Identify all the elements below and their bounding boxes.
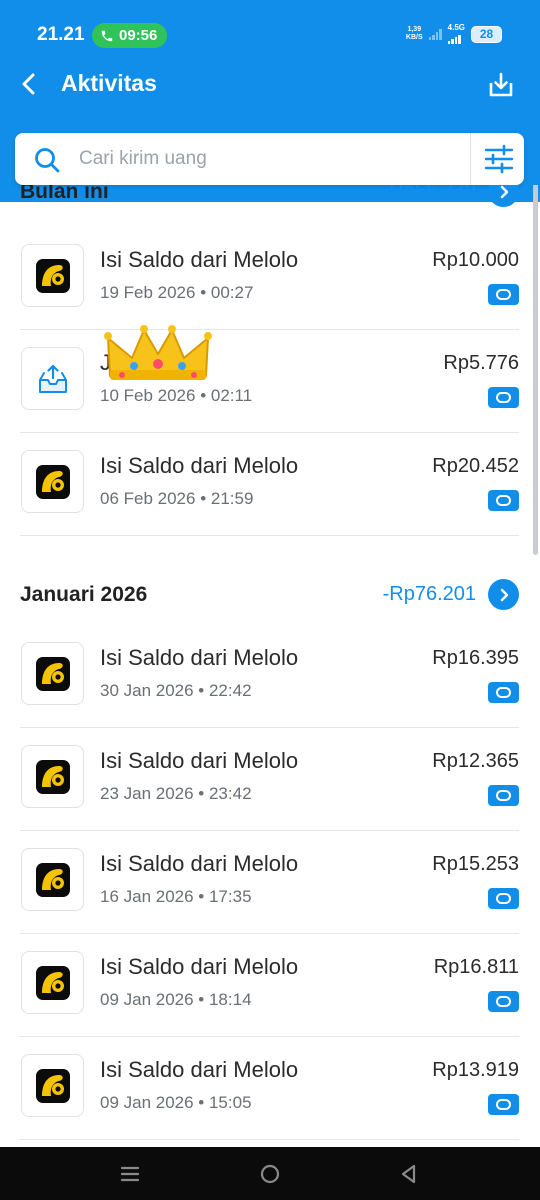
melolo-logo-icon (35, 656, 70, 691)
section-total: -Rp76.201 (382, 583, 476, 605)
crown-sticker-icon (104, 325, 212, 380)
transaction-title: Isi Saldo dari Melolo (100, 453, 299, 478)
filter-button[interactable] (480, 143, 518, 175)
melolo-logo-icon (35, 965, 70, 1000)
merchant-logo (21, 642, 84, 705)
back-triangle-icon (401, 1164, 416, 1184)
section-total: -Rp56.779 (382, 185, 476, 202)
transaction-row[interactable]: Isi Saldo dari Melolo 19 Feb 2026 • 00:2… (0, 227, 540, 330)
merchant-logo (21, 1054, 84, 1117)
scrollbar[interactable] (533, 185, 538, 555)
merchant-logo (21, 951, 84, 1014)
search-bar (15, 133, 524, 185)
signal-icon-sim2: 4.5G (447, 24, 465, 44)
row-divider (20, 1139, 519, 1140)
transaction-date: 30 Jan 2026 • 22:42 (100, 681, 252, 700)
wallet-badge-icon (488, 387, 519, 408)
title-bar: Aktivitas (0, 60, 540, 110)
battery-icon: 28 (471, 25, 502, 43)
section-title: Bulan ini (20, 185, 109, 203)
merchant-logo (21, 450, 84, 513)
search-icon (35, 148, 60, 173)
wallet-badge-icon (488, 490, 519, 511)
melolo-logo-icon (35, 862, 70, 897)
transaction-date: 09 Jan 2026 • 18:14 (100, 990, 252, 1009)
transaction-title: Isi Saldo dari Melolo (100, 645, 299, 670)
chevron-right-icon (500, 185, 508, 198)
activity-list[interactable]: Bulan ini -Rp56.779 Isi Saldo dari Melol… (0, 185, 540, 1147)
status-bar: 21.21 09:56 1,39 KB/S 4.5G 28 (0, 0, 540, 48)
transaction-date: 16 Jan 2026 • 17:35 (100, 887, 252, 906)
filter-sliders-icon (484, 144, 514, 174)
transaction-row[interactable]: Isi Saldo dari Melolo 16 Jan 2026 • 17:3… (0, 831, 540, 934)
network-speed: 1,39 KB/S (405, 26, 423, 41)
transaction-title: Isi Saldo dari Melolo (100, 748, 299, 773)
search-input[interactable] (79, 143, 459, 175)
ongoing-call-pill[interactable]: 09:56 (92, 23, 168, 48)
wallet-badge-icon (488, 284, 519, 305)
transaction-row[interactable]: Isi Saldo dari Melolo 23 Jan 2026 • 23:4… (0, 728, 540, 831)
section-title: Januari 2026 (20, 583, 148, 606)
phone-icon (101, 30, 113, 41)
transaction-title: Isi Saldo dari Melolo (100, 954, 299, 979)
wallet-badge-icon (488, 1094, 519, 1115)
transaction-date: 09 Jan 2026 • 15:05 (100, 1093, 252, 1112)
section-detail-button[interactable] (488, 185, 519, 207)
merchant-logo (21, 745, 84, 808)
transaction-row[interactable]: Isi Saldo dari Melolo 06 Feb 2026 • 21:5… (0, 433, 540, 536)
transaction-title: Isi Saldo dari Melolo (100, 247, 299, 272)
row-divider (20, 535, 519, 536)
section-header-january-2026[interactable]: Januari 2026 -Rp76.201 (0, 571, 540, 621)
call-duration: 09:56 (119, 27, 158, 44)
transaction-title: Isi Saldo dari Melolo (100, 1057, 299, 1082)
melolo-logo-icon (35, 464, 70, 499)
transaction-date: 06 Feb 2026 • 21:59 (100, 489, 254, 508)
back-nav-button[interactable] (396, 1161, 422, 1187)
search-divider (470, 133, 471, 185)
transaction-amount: Rp16.395 (432, 647, 519, 669)
download-button[interactable] (484, 68, 518, 102)
transaction-row[interactable]: Isi Saldo dari Melolo 09 Jan 2026 • 15:0… (0, 1037, 540, 1140)
transaction-row[interactable]: Isi Saldo dari Melolo 09 Jan 2026 • 18:1… (0, 934, 540, 1037)
wallet-badge-icon (488, 888, 519, 909)
wallet-badge-icon (488, 991, 519, 1012)
system-nav-bar (0, 1147, 540, 1200)
chevron-right-icon (500, 588, 508, 601)
status-icons: 1,39 KB/S 4.5G 28 (406, 24, 502, 44)
merchant-logo (21, 244, 84, 307)
transaction-amount: Rp5.776 (443, 352, 519, 374)
transaction-date: 23 Jan 2026 • 23:42 (100, 784, 252, 803)
transaction-amount: Rp15.253 (432, 853, 519, 875)
outbox-upload-icon (38, 364, 67, 393)
transaction-amount: Rp10.000 (432, 249, 519, 271)
signal-icon-sim1 (428, 28, 442, 40)
wallet-badge-icon (488, 785, 519, 806)
transaction-date: 10 Feb 2026 • 02:11 (100, 386, 253, 405)
transaction-title: Isi Saldo dari Melolo (100, 851, 299, 876)
menu-lines-icon (120, 1166, 140, 1182)
melolo-logo-icon (35, 258, 70, 293)
transaction-amount: Rp12.365 (432, 750, 519, 772)
wallet-badge-icon (488, 682, 519, 703)
transaction-date: 19 Feb 2026 • 00:27 (100, 283, 254, 302)
status-time: 21.21 (37, 24, 85, 45)
merchant-logo (21, 848, 84, 911)
melolo-logo-icon (35, 1068, 70, 1103)
back-button[interactable] (14, 68, 46, 100)
recents-button[interactable] (117, 1161, 143, 1187)
section-header-this-month[interactable]: Bulan ini -Rp56.779 (0, 185, 540, 218)
home-circle-icon (260, 1164, 280, 1184)
section-detail-button[interactable] (488, 579, 519, 610)
transaction-amount: Rp16.811 (433, 956, 519, 978)
chevron-left-icon (22, 73, 35, 95)
download-icon (489, 72, 513, 97)
merchant-logo (21, 347, 84, 410)
page-title: Aktivitas (61, 70, 157, 96)
melolo-logo-icon (35, 759, 70, 794)
home-button[interactable] (257, 1161, 283, 1187)
transaction-row[interactable]: Isi Saldo dari Melolo 30 Jan 2026 • 22:4… (0, 625, 540, 728)
transaction-amount: Rp13.919 (432, 1059, 519, 1081)
transaction-amount: Rp20.452 (432, 455, 519, 477)
transaction-row[interactable]: Jual Emas 10 Feb 2026 • 02:11 Rp5.776 (0, 325, 540, 433)
